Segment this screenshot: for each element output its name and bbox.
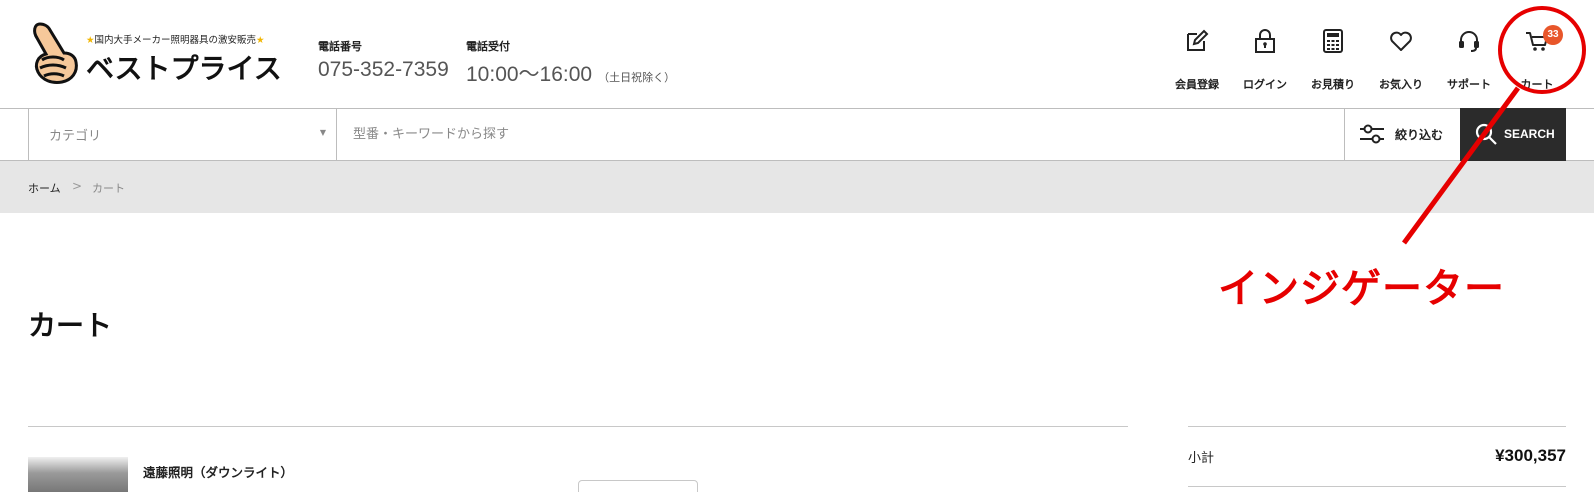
breadcrumb-current: カート <box>92 182 125 195</box>
keyword-search-input[interactable] <box>337 109 1344 160</box>
logo-name: ベストプライス <box>86 52 282 85</box>
nav-support[interactable]: サポート <box>1437 28 1501 94</box>
search-button[interactable]: SEARCH <box>1460 108 1566 161</box>
site-logo[interactable]: ★国内大手メーカー照明器具の激安販売★ ベストプライス <box>28 20 288 90</box>
summary-divider <box>1188 426 1566 427</box>
site-header: ★国内大手メーカー照明器具の激安販売★ ベストプライス 電話番号 075-352… <box>0 0 1594 108</box>
annotation-circle <box>1498 6 1586 94</box>
nav-register-label: 会員登録 <box>1175 78 1219 91</box>
nav-login[interactable]: ログイン <box>1233 28 1297 94</box>
annotation-label: インジゲーター <box>1218 266 1505 312</box>
nav-register[interactable]: 会員登録 <box>1165 28 1229 94</box>
logo-tagline-text: 国内大手メーカー照明器具の激安販売 <box>94 35 257 46</box>
breadcrumb-separator: > <box>72 179 83 193</box>
calculator-icon <box>1323 29 1343 53</box>
pointing-hand-icon <box>33 22 78 84</box>
category-placeholder: カテゴリ <box>49 129 102 144</box>
nav-estimate[interactable]: お見積り <box>1301 28 1365 94</box>
search-bar: カテゴリ ▼ 絞り込む SEARCH <box>0 108 1594 161</box>
nav-support-label: サポート <box>1447 78 1491 91</box>
hours-note: （土日祝除く） <box>598 72 676 84</box>
hours-label: 電話受付 <box>466 40 510 53</box>
phone-contact: 電話番号 075-352-7359 <box>318 38 449 82</box>
breadcrumb: ホーム > カート <box>0 161 1594 213</box>
hours-value: 10:00〜16:00 <box>466 63 593 86</box>
hours-value-row: 10:00〜16:00 （土日祝除く） <box>466 58 675 88</box>
page-title: カート <box>28 309 113 342</box>
nav-favorites[interactable]: お気入り <box>1369 28 1433 94</box>
star-icon: ★ <box>256 35 265 46</box>
nav-estimate-label: お見積り <box>1311 78 1355 91</box>
logo-tagline: ★国内大手メーカー照明器具の激安販売★ <box>86 32 265 46</box>
product-thumbnail[interactable] <box>28 457 128 492</box>
phone-hours: 電話受付 10:00〜16:00 （土日祝除く） <box>466 38 675 88</box>
star-icon: ★ <box>86 35 95 46</box>
phone-number[interactable]: 075-352-7359 <box>318 58 449 82</box>
phone-label: 電話番号 <box>318 40 362 53</box>
nav-favorites-label: お気入り <box>1379 78 1423 91</box>
quantity-input[interactable] <box>578 480 698 492</box>
filter-button[interactable]: 絞り込む <box>1344 108 1460 161</box>
dropdown-arrow-icon: ▼ <box>319 128 326 137</box>
product-name[interactable]: 遠藤照明（ダウンライト） <box>143 462 293 481</box>
cart-divider <box>28 426 1128 427</box>
summary-divider-bottom <box>1188 486 1566 487</box>
edit-icon <box>1187 29 1209 51</box>
nav-login-label: ログイン <box>1243 78 1287 91</box>
category-select[interactable]: カテゴリ ▼ <box>28 108 337 161</box>
heart-icon <box>1390 31 1412 51</box>
breadcrumb-home[interactable]: ホーム <box>28 180 61 196</box>
headset-icon <box>1459 31 1479 52</box>
lock-icon <box>1255 29 1275 53</box>
subtotal-label: 小計 <box>1188 451 1215 466</box>
sliders-icon <box>1360 124 1384 144</box>
page: ★国内大手メーカー照明器具の激安販売★ ベストプライス 電話番号 075-352… <box>0 0 1594 492</box>
search-icon <box>1475 123 1497 145</box>
filter-label: 絞り込む <box>1395 128 1444 142</box>
subtotal-value: ¥300,357 <box>1495 446 1566 465</box>
search-button-label: SEARCH <box>1504 127 1555 141</box>
